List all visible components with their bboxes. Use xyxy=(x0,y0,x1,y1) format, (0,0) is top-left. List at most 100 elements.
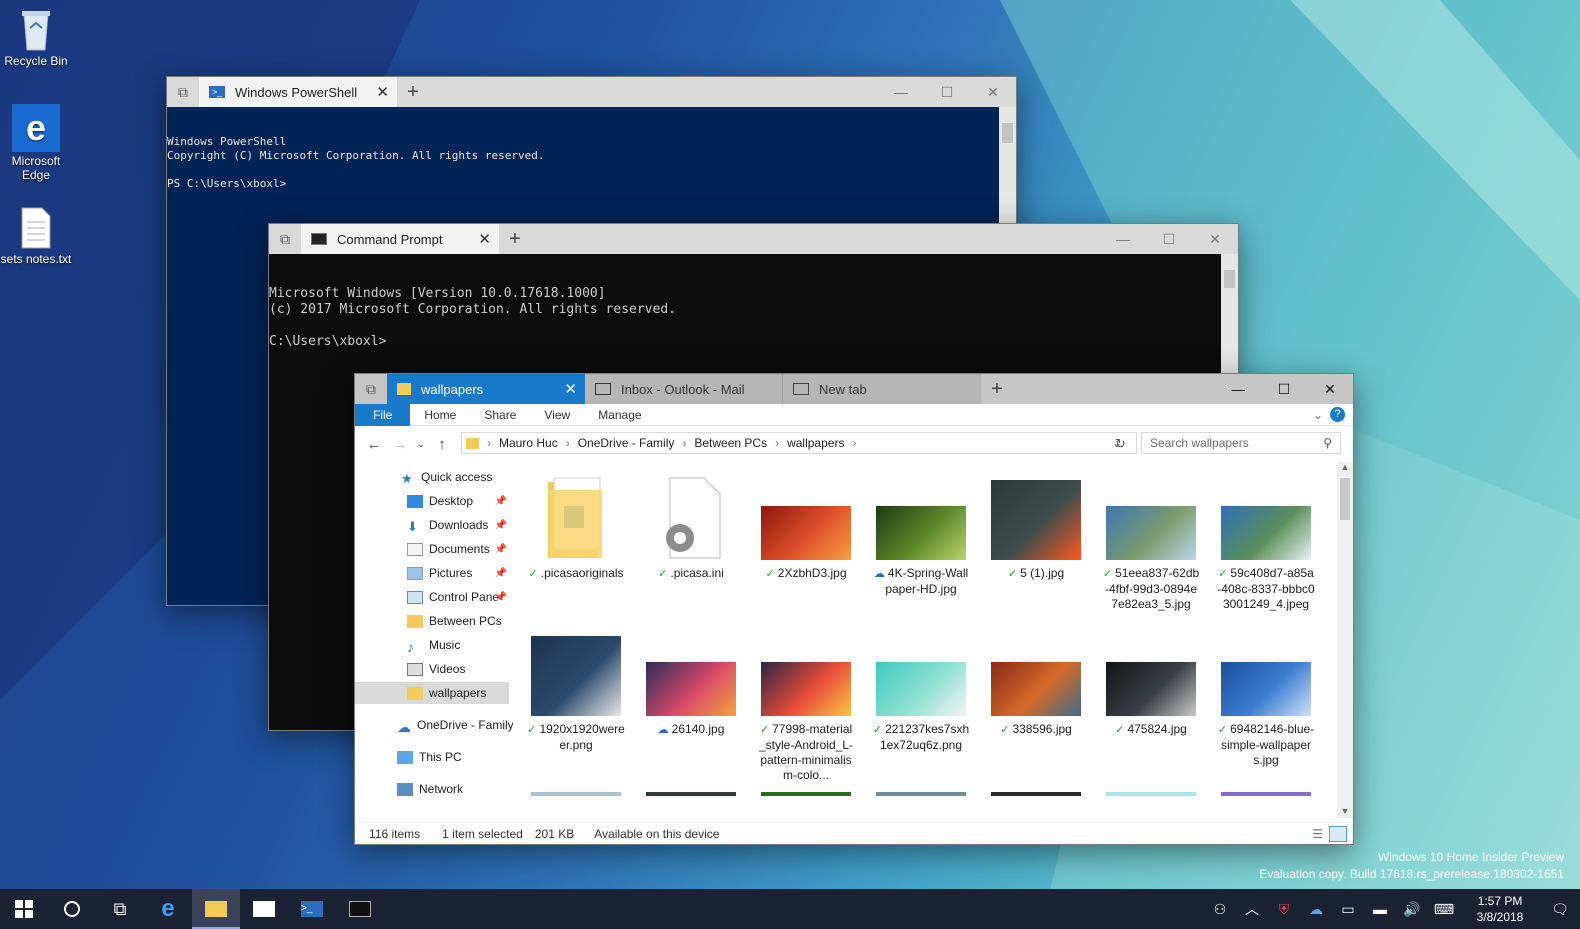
new-tab-button[interactable]: + xyxy=(499,224,531,254)
show-hidden-icons-icon[interactable]: ︿ xyxy=(1236,899,1268,919)
large-icons-view-icon[interactable] xyxy=(1329,825,1347,842)
security-icon[interactable]: ⛨ xyxy=(1268,901,1300,918)
file-tile[interactable]: ✓ 221237kes7sxh1ex72uq6z.png xyxy=(866,632,976,753)
tab-command-prompt[interactable]: Command Prompt ✕ xyxy=(301,224,499,254)
nav-control-panel[interactable]: Control Pane 📌 xyxy=(355,586,513,608)
file-tile[interactable]: ✓ 77998-material_style-Android_L-pattern… xyxy=(751,632,861,783)
refresh-icon[interactable]: ↻ xyxy=(1115,436,1126,452)
onedrive-icon[interactable]: ☁ xyxy=(1300,901,1332,918)
desktop-icon-recycle-bin[interactable]: Recycle Bin xyxy=(0,8,72,68)
breadcrumb-item[interactable]: wallpapers xyxy=(787,436,844,450)
file-tile[interactable]: ✓ 2XzbhD3.jpg xyxy=(751,476,861,582)
minimize-button[interactable]: — xyxy=(1100,224,1146,254)
taskbar-powershell[interactable]: >_ xyxy=(288,889,336,929)
image-thumbnail[interactable] xyxy=(876,792,966,796)
tab-new-tab[interactable]: New tab xyxy=(783,374,981,404)
back-arrow-icon[interactable]: ← xyxy=(361,436,387,453)
clock[interactable]: 1:57 PM 3/8/2018 xyxy=(1460,893,1540,925)
taskbar-mail[interactable] xyxy=(240,889,288,929)
file-tile[interactable]: ☁ 4K-Spring-Wallpaper-HD.jpg xyxy=(866,476,976,597)
close-button[interactable]: ✕ xyxy=(1192,224,1238,254)
nav-pictures[interactable]: Pictures 📌 xyxy=(355,562,513,584)
network-icon[interactable]: ▭ xyxy=(1332,901,1364,918)
start-button[interactable] xyxy=(0,889,48,929)
image-thumbnail[interactable] xyxy=(1221,792,1311,796)
maximize-button[interactable]: ☐ xyxy=(1146,224,1192,254)
nav-documents[interactable]: Documents 📌 xyxy=(355,538,513,560)
cortana-button[interactable] xyxy=(48,889,96,929)
file-tile[interactable]: ✓ 51eea837-62db-4fbf-99d3-0894e7e82ea3_5… xyxy=(1096,476,1206,612)
vertical-scrollbar[interactable]: ▲ ▼ xyxy=(1337,462,1353,818)
close-tab-icon[interactable]: ✕ xyxy=(564,380,577,398)
close-tab-icon[interactable]: ✕ xyxy=(478,230,491,248)
task-view-button[interactable]: ⧉ xyxy=(96,889,144,929)
file-tile[interactable]: ✓ 338596.jpg xyxy=(981,632,1091,738)
maximize-button[interactable]: ☐ xyxy=(1261,374,1307,404)
taskbar-edge[interactable]: e xyxy=(144,889,192,929)
close-button[interactable]: ✕ xyxy=(1307,374,1353,404)
action-center-icon[interactable]: 🗨 xyxy=(1540,901,1580,918)
breadcrumb-item[interactable]: Between PCs xyxy=(694,436,767,450)
file-tile[interactable]: ✓ 5 (1).jpg xyxy=(981,476,1091,582)
ribbon-tab-view[interactable]: View xyxy=(530,404,584,426)
ribbon-tab-share[interactable]: Share xyxy=(470,404,530,426)
new-tab-button[interactable]: + xyxy=(397,77,429,107)
tab-powershell[interactable]: >_ Windows PowerShell ✕ xyxy=(199,77,397,107)
nav-quick-access[interactable]: ★ Quick access xyxy=(355,466,513,488)
search-input[interactable]: Search wallpapers ⚲ xyxy=(1141,432,1341,454)
file-tile[interactable]: ✓ 1920x1920wereer.png xyxy=(521,632,631,753)
close-tab-icon[interactable]: ✕ xyxy=(376,83,389,101)
people-icon[interactable]: ⚇ xyxy=(1204,901,1236,918)
file-tile[interactable]: ✓ .picasa.ini xyxy=(636,476,746,582)
ribbon-tab-manage[interactable]: Manage xyxy=(584,404,655,426)
maximize-button[interactable]: ☐ xyxy=(924,77,970,107)
taskbar-file-explorer[interactable] xyxy=(192,889,240,929)
image-thumbnail[interactable] xyxy=(646,792,736,796)
nav-onedrive-family[interactable]: ☁ OneDrive - Family xyxy=(355,714,513,736)
help-icon[interactable]: ? xyxy=(1330,407,1345,422)
image-thumbnail[interactable] xyxy=(1106,792,1196,796)
desktop-icon-edge[interactable]: e Microsoft Edge xyxy=(0,104,72,182)
ribbon-tab-home[interactable]: Home xyxy=(410,404,470,426)
scroll-up-icon[interactable]: ▲ xyxy=(1337,462,1353,472)
battery-icon[interactable]: ▬ xyxy=(1364,901,1396,917)
nav-downloads[interactable]: ⬇ Downloads 📌 xyxy=(355,514,513,536)
nav-between-pcs[interactable]: Between PCs xyxy=(355,610,513,632)
up-arrow-icon[interactable]: ↑ xyxy=(429,436,455,453)
scroll-thumb[interactable] xyxy=(1340,478,1350,520)
minimize-button[interactable]: — xyxy=(878,77,924,107)
nav-music[interactable]: ♪ Music xyxy=(355,634,513,656)
volume-icon[interactable]: 🔊 xyxy=(1396,901,1428,918)
image-thumbnail[interactable] xyxy=(761,792,851,796)
nav-network[interactable]: Network xyxy=(355,778,513,800)
nav-desktop[interactable]: Desktop 📌 xyxy=(355,490,513,512)
nav-videos[interactable]: Videos xyxy=(355,658,513,680)
desktop-icon-sets-notes[interactable]: sets notes.txt xyxy=(0,206,72,266)
minimize-button[interactable]: — xyxy=(1215,374,1261,404)
tab-outlook-mail[interactable]: Inbox - Outlook - Mail xyxy=(585,374,783,404)
tab-overview-button[interactable]: ⧉ xyxy=(167,77,199,107)
breadcrumb[interactable]: › Mauro Huc › OneDrive - Family › Between … xyxy=(461,432,1137,454)
breadcrumb-item[interactable]: OneDrive - Family xyxy=(578,436,675,450)
close-button[interactable]: ✕ xyxy=(970,77,1016,107)
scroll-down-icon[interactable]: ▼ xyxy=(1337,806,1353,816)
image-thumbnail[interactable] xyxy=(991,792,1081,796)
nav-wallpapers[interactable]: wallpapers xyxy=(355,682,509,704)
details-view-icon[interactable]: ☰ xyxy=(1312,827,1323,841)
taskbar-cmd[interactable] xyxy=(336,889,384,929)
forward-arrow-icon[interactable]: → xyxy=(387,436,413,453)
file-tile[interactable]: ☁ 26140.jpg xyxy=(636,632,746,738)
tab-overview-button[interactable]: ⧉ xyxy=(269,224,301,254)
file-tile[interactable]: ✓ 69482146-blue-simple-wallpapers.jpg xyxy=(1211,632,1321,768)
ribbon-tab-file[interactable]: File xyxy=(355,403,411,426)
breadcrumb-item[interactable]: Mauro Huc xyxy=(499,436,558,450)
new-tab-button[interactable]: + xyxy=(981,374,1013,404)
tab-overview-button[interactable]: ⧉ xyxy=(355,374,387,404)
file-tile[interactable]: ✓ 59c408d7-a85a-408c-8337-bbbc03001249_4… xyxy=(1211,476,1321,612)
keyboard-icon[interactable]: ⌨ xyxy=(1428,901,1460,918)
file-tile[interactable]: ✓ 475824.jpg xyxy=(1096,632,1206,738)
tab-wallpapers[interactable]: wallpapers ✕ xyxy=(387,374,585,404)
image-thumbnail[interactable] xyxy=(531,792,621,796)
file-tile[interactable]: ✓ .picasaoriginals xyxy=(521,476,631,582)
nav-this-pc[interactable]: This PC xyxy=(355,746,513,768)
